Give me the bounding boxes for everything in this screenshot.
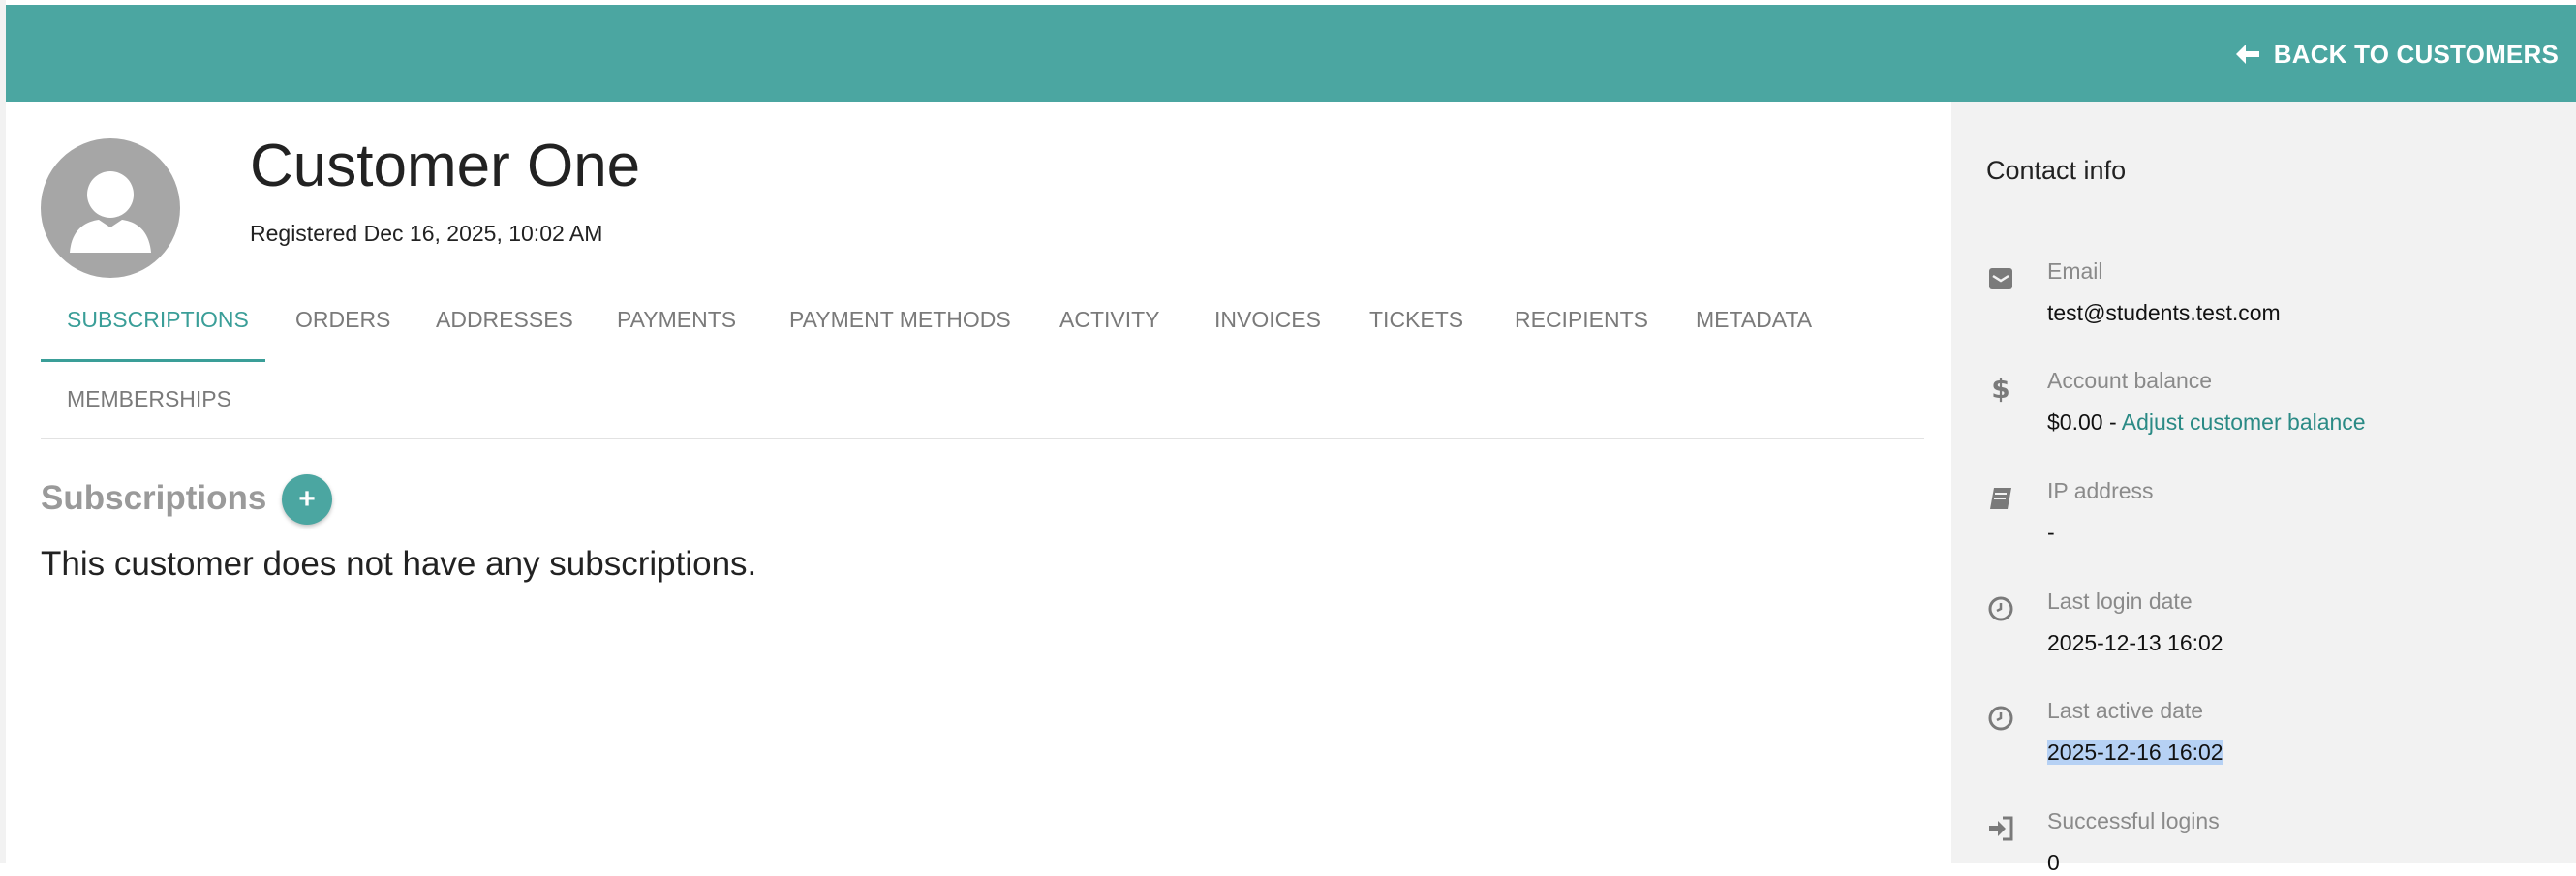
tab-recipients[interactable]: RECIPIENTS bbox=[1515, 307, 1648, 333]
last-active-label: Last active date bbox=[2047, 698, 2204, 723]
back-to-customers-label: BACK TO CUSTOMERS bbox=[2273, 39, 2559, 69]
plus-icon: + bbox=[298, 483, 316, 515]
email-value: test@students.test.com bbox=[2047, 300, 2281, 325]
sign-in-icon bbox=[1986, 814, 2015, 843]
tabs-divider bbox=[41, 438, 1924, 439]
top-header-bar: BACK TO CUSTOMERS bbox=[6, 5, 2576, 102]
empty-subscriptions-message: This customer does not have any subscrip… bbox=[41, 545, 757, 583]
registered-date: Registered Dec 16, 2025, 10:02 AM bbox=[250, 221, 603, 246]
ip-address-label: IP address bbox=[2047, 478, 2154, 503]
dollar-icon: $ bbox=[1986, 374, 2015, 403]
add-subscription-button[interactable]: + bbox=[282, 474, 332, 525]
tab-tickets[interactable]: TICKETS bbox=[1369, 307, 1463, 333]
balance-separator: - bbox=[2102, 409, 2122, 435]
user-silhouette-icon bbox=[41, 138, 180, 278]
ip-address-value: - bbox=[2047, 520, 2055, 545]
arrow-left-icon bbox=[2235, 45, 2259, 64]
clock-icon bbox=[1986, 704, 2015, 733]
tab-orders[interactable]: ORDERS bbox=[295, 307, 390, 333]
tab-activity[interactable]: ACTIVITY bbox=[1059, 307, 1160, 333]
clock-icon bbox=[1986, 594, 2015, 623]
envelope-icon bbox=[1986, 264, 2015, 293]
subscriptions-heading: Subscriptions bbox=[41, 479, 267, 517]
contact-info-sidebar: Contact info Email test@students.test.co… bbox=[1951, 102, 2576, 875]
tab-subscriptions[interactable]: SUBSCRIPTIONS bbox=[67, 307, 249, 333]
last-active-selected-text: 2025-12-16 16:02 bbox=[2047, 740, 2223, 765]
tab-payments[interactable]: PAYMENTS bbox=[617, 307, 736, 333]
tab-metadata[interactable]: METADATA bbox=[1696, 307, 1812, 333]
adjust-balance-link[interactable]: Adjust customer balance bbox=[2122, 409, 2366, 435]
account-balance-label: Account balance bbox=[2047, 368, 2213, 393]
active-tab-indicator bbox=[41, 359, 265, 362]
email-label: Email bbox=[2047, 258, 2103, 284]
tab-memberships[interactable]: MEMBERSHIPS bbox=[67, 386, 231, 412]
back-to-customers-button[interactable]: BACK TO CUSTOMERS bbox=[2235, 37, 2559, 72]
last-login-value: 2025-12-13 16:02 bbox=[2047, 630, 2223, 655]
customer-name: Customer One bbox=[250, 133, 641, 199]
last-login-label: Last login date bbox=[2047, 589, 2193, 614]
successful-logins-label: Successful logins bbox=[2047, 808, 2220, 833]
contact-info-title: Contact info bbox=[1986, 156, 2127, 185]
svg-text:$: $ bbox=[1991, 374, 2009, 403]
tab-payment-methods[interactable]: PAYMENT METHODS bbox=[789, 307, 1011, 333]
account-balance-row: $0.00 - Adjust customer balance bbox=[2047, 409, 2366, 436]
tab-invoices[interactable]: INVOICES bbox=[1214, 307, 1321, 333]
tab-addresses[interactable]: ADDRESSES bbox=[436, 307, 573, 333]
book-icon bbox=[1986, 484, 2015, 513]
last-active-value: 2025-12-16 16:02 bbox=[2047, 740, 2223, 766]
customer-main-panel: Customer One Registered Dec 16, 2025, 10… bbox=[6, 102, 1951, 863]
account-balance-value: $0.00 bbox=[2047, 409, 2103, 435]
